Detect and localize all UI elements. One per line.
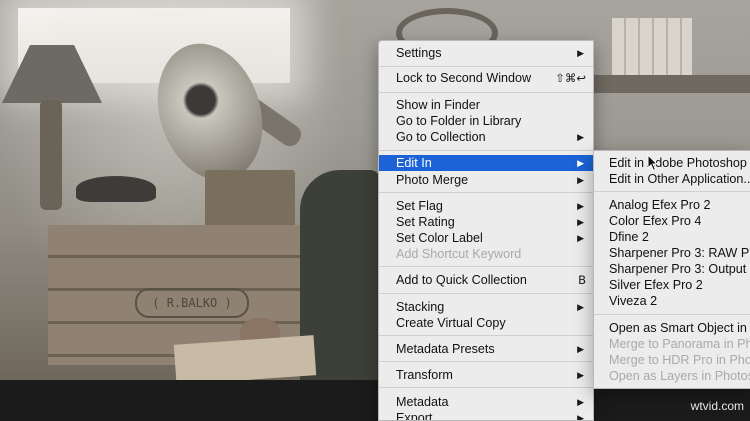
- submenu-item-edit-in-other-app[interactable]: Edit in Other Application...: [594, 171, 750, 187]
- menu-item-add-quick-collection[interactable]: Add to Quick Collection B: [379, 272, 593, 288]
- menu-item-label: Metadata Presets: [396, 342, 495, 356]
- mouse-pointer-icon: [647, 154, 659, 172]
- submenu-item-label: Merge to Panorama in Ph: [609, 337, 750, 351]
- menu-item-label: Edit In: [396, 156, 432, 170]
- military-cap: [76, 176, 156, 202]
- menu-item-lock-second-window[interactable]: Lock to Second Window ⇧⌘↩: [379, 70, 593, 86]
- submenu-arrow-icon: ▶: [577, 201, 584, 211]
- menu-separator: [379, 92, 593, 93]
- menu-item-label: Add to Quick Collection: [396, 273, 527, 287]
- menu-item-label: Set Flag: [396, 199, 443, 213]
- menu-item-settings[interactable]: Settings ▶: [379, 45, 593, 61]
- menu-item-metadata[interactable]: Metadata ▶: [379, 394, 593, 410]
- menu-separator: [379, 387, 593, 388]
- submenu-arrow-icon: ▶: [577, 48, 584, 58]
- menu-separator: [594, 314, 750, 315]
- menu-item-label: Add Shortcut Keyword: [396, 247, 522, 261]
- menu-separator: [379, 335, 593, 336]
- submenu-item-label: Edit in Other Application...: [609, 172, 750, 186]
- menu-item-photo-merge[interactable]: Photo Merge ▶: [379, 172, 593, 188]
- menu-separator: [379, 192, 593, 193]
- submenu-arrow-icon: ▶: [577, 217, 584, 227]
- submenu-item-sharpener-output[interactable]: Sharpener Pro 3: Output S: [594, 261, 750, 277]
- menu-item-label: Stacking: [396, 300, 445, 314]
- menu-item-label: Export: [396, 411, 433, 421]
- menu-item-label: Show in Finder: [396, 98, 480, 112]
- submenu-arrow-icon: ▶: [577, 344, 584, 354]
- menu-item-go-to-folder[interactable]: Go to Folder in Library: [379, 113, 593, 129]
- context-menu: Settings ▶ Lock to Second Window ⇧⌘↩ Sho…: [378, 40, 594, 421]
- submenu-arrow-icon: ▶: [577, 302, 584, 312]
- menu-item-label: Photo Merge: [396, 173, 469, 187]
- submenu-arrow-icon: ▶: [577, 175, 584, 185]
- submenu-item-edit-in-photoshop[interactable]: Edit in Adobe Photoshop: [594, 155, 750, 171]
- submenu-item-label: Silver Efex Pro 2: [609, 278, 703, 292]
- menu-separator: [379, 66, 593, 67]
- submenu-arrow-icon: ▶: [577, 397, 584, 407]
- gramophone-box: [205, 170, 295, 230]
- submenu-item-label: Sharpener Pro 3: RAW Pr: [609, 246, 750, 260]
- menu-item-show-in-finder[interactable]: Show in Finder: [379, 97, 593, 113]
- menu-item-transform[interactable]: Transform ▶: [379, 367, 593, 383]
- menu-item-metadata-presets[interactable]: Metadata Presets ▶: [379, 341, 593, 357]
- menu-item-label: Lock to Second Window: [396, 71, 532, 85]
- menu-item-label: Set Color Label: [396, 231, 483, 245]
- menu-item-add-shortcut-keyword: Add Shortcut Keyword: [379, 246, 593, 262]
- submenu-item-silver-efex[interactable]: Silver Efex Pro 2: [594, 277, 750, 293]
- submenu-arrow-icon: ▶: [577, 233, 584, 243]
- shelf: [590, 75, 750, 93]
- submenu-item-viveza[interactable]: Viveza 2: [594, 293, 750, 309]
- submenu-arrow-icon: ▶: [577, 370, 584, 380]
- submenu-item-open-smart-object[interactable]: Open as Smart Object in: [594, 320, 750, 336]
- shortcut-label: B: [578, 273, 586, 287]
- menu-item-label: Go to Folder in Library: [396, 114, 522, 128]
- submenu-item-label: Color Efex Pro 4: [609, 214, 702, 228]
- submenu-item-merge-panorama: Merge to Panorama in Ph: [594, 336, 750, 352]
- submenu-item-color-efex[interactable]: Color Efex Pro 4: [594, 213, 750, 229]
- submenu-arrow-icon: ▶: [577, 132, 584, 142]
- submenu-item-label: Analog Efex Pro 2: [609, 198, 711, 212]
- menu-item-label: Metadata: [396, 395, 449, 409]
- menu-separator: [379, 150, 593, 151]
- lamp-body: [40, 100, 62, 210]
- submenu-item-label: Edit in Adobe Photoshop: [609, 156, 747, 170]
- submenu-item-label: Viveza 2: [609, 294, 658, 308]
- menu-separator: [379, 293, 593, 294]
- menu-item-create-virtual-copy[interactable]: Create Virtual Copy: [379, 315, 593, 331]
- submenu-arrow-icon: ▶: [577, 413, 584, 421]
- submenu-item-label: Sharpener Pro 3: Output S: [609, 262, 750, 276]
- menu-separator: [379, 266, 593, 267]
- menu-item-label: Settings: [396, 46, 442, 60]
- books: [612, 18, 692, 78]
- submenu-item-merge-hdr: Merge to HDR Pro in Photo: [594, 352, 750, 368]
- menu-item-set-color-label[interactable]: Set Color Label ▶: [379, 230, 593, 246]
- submenu-item-dfine[interactable]: Dfine 2: [594, 229, 750, 245]
- menu-item-label: Set Rating: [396, 215, 455, 229]
- menu-separator: [379, 361, 593, 362]
- menu-item-set-flag[interactable]: Set Flag ▶: [379, 198, 593, 214]
- submenu-item-open-as-layers: Open as Layers in Photos: [594, 368, 750, 384]
- menu-item-label: Create Virtual Copy: [396, 316, 506, 330]
- crate-label: ( R.BALKO ): [135, 288, 249, 318]
- submenu-item-label: Open as Layers in Photos: [609, 369, 750, 383]
- menu-item-edit-in[interactable]: Edit In ▶: [379, 155, 593, 171]
- submenu-item-sharpener-raw[interactable]: Sharpener Pro 3: RAW Pr: [594, 245, 750, 261]
- edit-in-submenu: Edit in Adobe Photoshop Edit in Other Ap…: [593, 150, 750, 389]
- menu-item-export[interactable]: Export ▶: [379, 410, 593, 421]
- menu-item-set-rating[interactable]: Set Rating ▶: [379, 214, 593, 230]
- submenu-item-label: Dfine 2: [609, 230, 649, 244]
- menu-item-label: Transform: [396, 368, 453, 382]
- menu-item-label: Go to Collection: [396, 130, 486, 144]
- menu-item-go-to-collection[interactable]: Go to Collection ▶: [379, 129, 593, 145]
- menu-separator: [594, 191, 750, 192]
- submenu-item-label: Open as Smart Object in: [609, 321, 747, 335]
- shortcut-label: ⇧⌘↩: [555, 71, 586, 85]
- submenu-item-analog-efex[interactable]: Analog Efex Pro 2: [594, 197, 750, 213]
- menu-item-stacking[interactable]: Stacking ▶: [379, 299, 593, 315]
- submenu-arrow-icon: ▶: [577, 158, 584, 168]
- watermark: wtvid.com: [690, 399, 744, 413]
- submenu-item-label: Merge to HDR Pro in Photo: [609, 353, 750, 367]
